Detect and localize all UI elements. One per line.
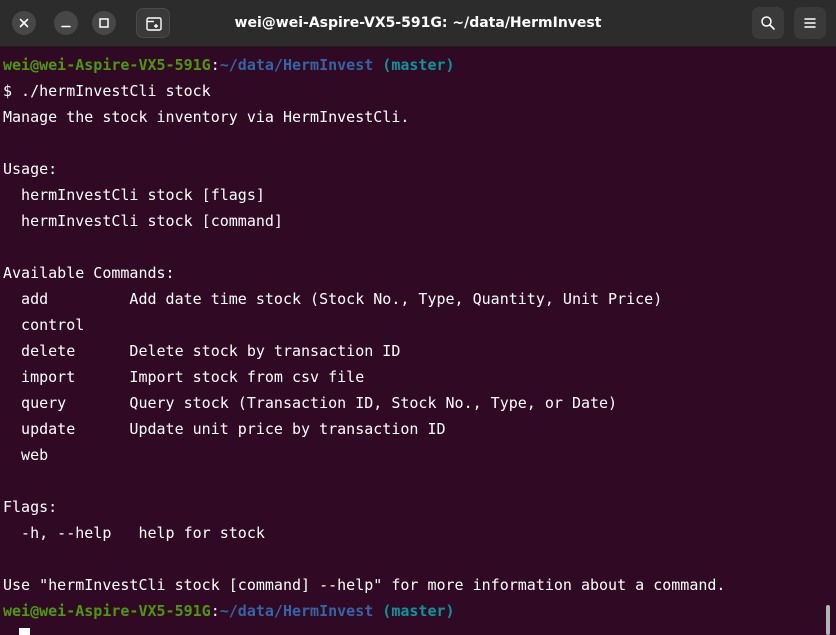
- title-bar: wei@wei-Aspire-VX5-591G: ~/data/HermInve…: [0, 0, 836, 47]
- maximize-icon: [99, 18, 109, 28]
- output-line: Available Commands:: [3, 264, 175, 282]
- output-line: hermInvestCli stock [command]: [3, 212, 283, 230]
- output-line: $ ./hermInvestCli stock: [3, 82, 211, 100]
- prompt-separator: :: [210, 56, 220, 74]
- output-line: hermInvestCli stock [flags]: [3, 186, 265, 204]
- terminal-output[interactable]: wei@wei-Aspire-VX5-591G:~/data/HermInves…: [3, 52, 823, 635]
- output-line: add Add date time stock (Stock No., Type…: [3, 290, 663, 308]
- prompt-user-host: wei@wei-Aspire-VX5-591G: [3, 602, 211, 620]
- close-icon: [19, 18, 29, 28]
- window-title: wei@wei-Aspire-VX5-591G: ~/data/HermInve…: [234, 15, 602, 31]
- output-line: Flags:: [3, 498, 58, 516]
- prompt-branch: (master): [373, 56, 455, 74]
- input-line[interactable]: [3, 624, 823, 635]
- minimize-button[interactable]: [54, 11, 78, 35]
- output-line: control: [3, 316, 85, 334]
- prompt-branch: (master): [373, 602, 455, 620]
- output-line: Manage the stock inventory via HermInves…: [3, 108, 410, 126]
- scrollbar-thumb[interactable]: [826, 605, 830, 635]
- search-button[interactable]: [752, 7, 784, 39]
- menu-button[interactable]: [794, 7, 826, 39]
- output-line: delete Delete stock by transaction ID: [3, 342, 401, 360]
- new-tab-button[interactable]: [136, 8, 170, 38]
- terminal-window: wei@wei-Aspire-VX5-591G: ~/data/HermInve…: [0, 0, 836, 635]
- prompt-line: wei@wei-Aspire-VX5-591G:~/data/HermInves…: [3, 598, 823, 624]
- output-line: Use "hermInvestCli stock [command] --hel…: [3, 576, 726, 594]
- prompt-path: ~/data/HermInvest: [219, 602, 374, 620]
- minimize-icon: [61, 25, 71, 28]
- output-line: query Query stock (Transaction ID, Stock…: [3, 394, 618, 412]
- hamburger-menu-icon: [804, 18, 816, 28]
- close-button[interactable]: [12, 11, 36, 35]
- prompt-separator: :: [210, 602, 220, 620]
- output-line: update Update unit price by transaction …: [3, 420, 446, 438]
- prompt-line: wei@wei-Aspire-VX5-591G:~/data/HermInves…: [3, 52, 823, 78]
- text-cursor: [19, 628, 30, 635]
- output-line: web: [3, 446, 49, 464]
- output-line: Usage:: [3, 160, 58, 178]
- output-line: import Import stock from csv file: [3, 368, 365, 386]
- new-tab-icon: [146, 17, 162, 31]
- maximize-button[interactable]: [92, 11, 116, 35]
- output-line: -h, --help help for stock: [3, 524, 265, 542]
- prompt-user-host: wei@wei-Aspire-VX5-591G: [3, 56, 211, 74]
- prompt-path: ~/data/HermInvest: [219, 56, 374, 74]
- search-icon: [761, 16, 775, 30]
